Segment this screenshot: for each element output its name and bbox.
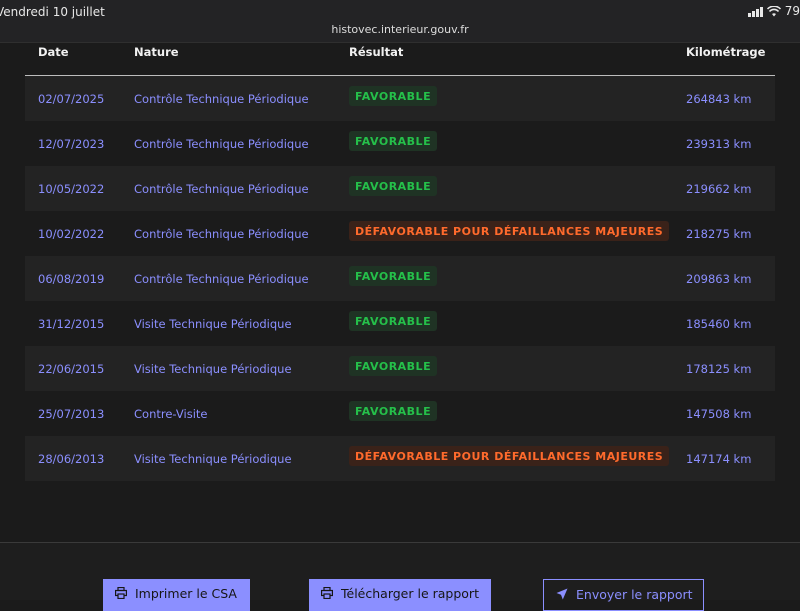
send-report-button[interactable]: Envoyer le rapport <box>543 579 704 611</box>
row-date: 10/02/2022 <box>38 227 105 241</box>
table-row: 22/06/2015 Visite Technique Périodique FAV… <box>25 346 775 391</box>
status-badge: FAVORABLE <box>349 131 438 151</box>
header-result: Résultat <box>349 45 404 59</box>
row-nature: Contre-Visite <box>134 407 208 421</box>
table-row: 25/07/2013 Contre-Visite FAVORABLE 147508 k… <box>25 391 775 436</box>
status-indicators: 79 <box>747 4 800 18</box>
status-badge: DÉFAVORABLE POUR DÉFAILLANCES MAJEURES <box>349 221 670 241</box>
row-mileage: 209863 km <box>686 272 752 286</box>
row-result: FAVORABLE <box>349 176 438 196</box>
wifi-icon <box>766 5 781 16</box>
status-badge: FAVORABLE <box>349 401 438 421</box>
status-badge: FAVORABLE <box>349 86 438 106</box>
header-mileage: Kilométrage <box>686 45 766 59</box>
row-date: 10/05/2022 <box>38 182 105 196</box>
row-nature: Contrôle Technique Périodique <box>134 137 309 151</box>
browser-status-bar: Vendredi 10 juillet 79 histovec.interieu… <box>0 0 800 43</box>
download-report-button[interactable]: Télécharger le rapport <box>309 579 491 611</box>
printer-icon <box>115 587 127 599</box>
row-mileage: 219662 km <box>686 182 752 196</box>
printer-icon <box>321 587 333 599</box>
table-row: 31/12/2015 Visite Technique Périodique FAV… <box>25 301 775 346</box>
print-csa-button[interactable]: Imprimer le CSA <box>103 579 250 611</box>
table-row: 10/02/2022 Contrôle Technique Périodique D… <box>25 211 775 256</box>
table-row: 06/08/2019 Contrôle Technique Périodique F… <box>25 256 775 301</box>
row-result: FAVORABLE <box>349 86 438 106</box>
row-result: FAVORABLE <box>349 131 438 151</box>
status-badge: FAVORABLE <box>349 311 438 331</box>
table-row: 28/06/2013 Visite Technique Périodique DÉF… <box>25 436 775 481</box>
table-row: 10/05/2022 Contrôle Technique Périodique F… <box>25 166 775 211</box>
download-report-label: Télécharger le rapport <box>341 586 479 601</box>
status-time: Vendredi 10 juillet <box>0 5 105 19</box>
table-row: 02/07/2025 Contrôle Technique Périodique F… <box>25 76 775 121</box>
header-date: Date <box>38 45 69 59</box>
row-result: DÉFAVORABLE POUR DÉFAILLANCES MAJEURES <box>349 446 670 466</box>
row-result: FAVORABLE <box>349 356 438 376</box>
row-result: DÉFAVORABLE POUR DÉFAILLANCES MAJEURES <box>349 221 670 241</box>
history-table: Date Nature Résultat Kilométrage 02/07/2… <box>25 42 775 481</box>
row-result: FAVORABLE <box>349 311 438 331</box>
row-mileage: 218275 km <box>686 227 752 241</box>
battery-percentage: 79 <box>784 4 800 18</box>
row-mileage: 147508 km <box>686 407 752 421</box>
status-badge: DÉFAVORABLE POUR DÉFAILLANCES MAJEURES <box>349 446 670 466</box>
row-nature: Visite Technique Périodique <box>134 362 292 376</box>
row-nature: Contrôle Technique Périodique <box>134 272 309 286</box>
row-mileage: 147174 km <box>686 452 752 466</box>
row-date: 06/08/2019 <box>38 272 105 286</box>
status-badge: FAVORABLE <box>349 176 438 196</box>
row-date: 28/06/2013 <box>38 452 105 466</box>
row-mileage: 185460 km <box>686 317 752 331</box>
row-date: 12/07/2023 <box>38 137 105 151</box>
row-date: 02/07/2025 <box>38 92 105 106</box>
row-result: FAVORABLE <box>349 266 438 286</box>
row-nature: Visite Technique Périodique <box>134 452 292 466</box>
row-mileage: 264843 km <box>686 92 752 106</box>
table-body: 02/07/2025 Contrôle Technique Périodique F… <box>25 76 775 481</box>
row-date: 31/12/2015 <box>38 317 105 331</box>
table-header: Date Nature Résultat Kilométrage <box>25 42 775 76</box>
row-nature: Contrôle Technique Périodique <box>134 227 309 241</box>
send-arrow-icon <box>556 588 568 600</box>
row-nature: Contrôle Technique Périodique <box>134 182 309 196</box>
action-footer: Imprimer le CSA Télécharger le rapport E… <box>0 543 800 611</box>
row-date: 25/07/2013 <box>38 407 105 421</box>
address-bar-url[interactable]: histovec.interieur.gouv.fr <box>0 23 800 36</box>
row-date: 22/06/2015 <box>38 362 105 376</box>
row-nature: Contrôle Technique Périodique <box>134 92 309 106</box>
print-csa-label: Imprimer le CSA <box>135 586 237 601</box>
status-badge: FAVORABLE <box>349 356 438 376</box>
row-mileage: 178125 km <box>686 362 752 376</box>
cellular-signal-icon <box>747 6 763 17</box>
row-mileage: 239313 km <box>686 137 752 151</box>
row-nature: Visite Technique Périodique <box>134 317 292 331</box>
row-result: FAVORABLE <box>349 401 438 421</box>
status-badge: FAVORABLE <box>349 266 438 286</box>
table-row: 12/07/2023 Contrôle Technique Périodique F… <box>25 121 775 166</box>
header-nature: Nature <box>134 45 179 59</box>
